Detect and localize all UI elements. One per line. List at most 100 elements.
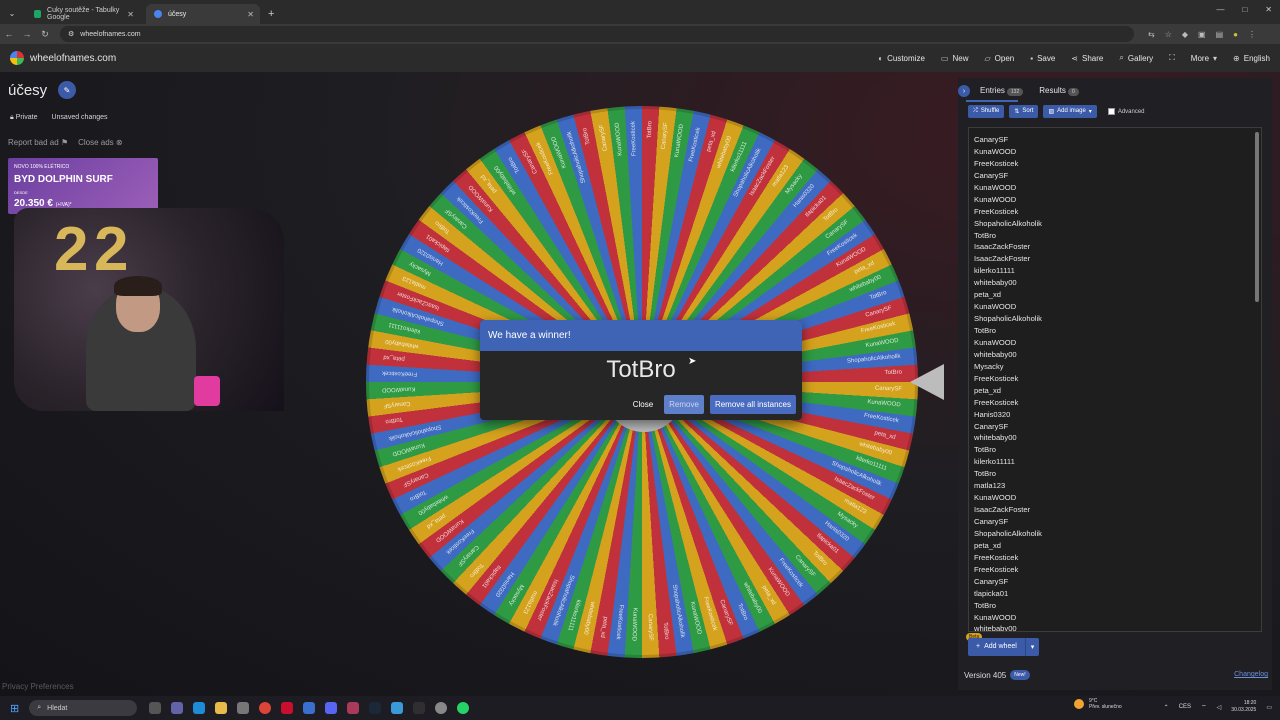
back-icon[interactable]: ← <box>0 29 18 39</box>
wheel-logo-icon[interactable] <box>10 51 24 65</box>
whatsapp-icon[interactable] <box>457 702 470 714</box>
advertisement[interactable]: NOVO 100% ELÉTRICO BYD DOLPHIN SURF DESD… <box>8 158 158 214</box>
chrome-icon[interactable] <box>259 702 272 714</box>
puzzle-icon[interactable]: ▣ <box>1198 30 1206 39</box>
weather-widget[interactable]: 9°C Přev. slunečno <box>1074 698 1122 710</box>
menu-gallery[interactable]: ⌕ Gallery <box>1119 53 1153 63</box>
top-menu: ◐ Customize ▭ New ▱ Open ▪ Save ⋖ Share ⌕ Gall… <box>878 44 1270 72</box>
shuffle-button[interactable]: ⤮ Shuffle <box>968 105 1005 118</box>
bookmark-star-icon[interactable]: ☆ <box>1165 30 1172 39</box>
entry-line: CanarySF <box>974 135 1009 144</box>
shuffle-label: Shuffle <box>980 108 1000 114</box>
site-name[interactable]: wheelofnames.com <box>30 53 116 64</box>
browser-tab-wheel[interactable]: účesy ✕ <box>146 4 260 24</box>
browser-tab-sheets[interactable]: Cuky soutěže - Tabulky Google ✕ <box>26 4 140 24</box>
profile-avatar-icon[interactable]: ● <box>1233 30 1238 39</box>
entry-line: CanarySF <box>974 517 1009 526</box>
menu-share[interactable]: ⋖ Share <box>1071 54 1103 63</box>
wheel-favicon-icon <box>154 10 162 18</box>
entry-line: KunaWOOD <box>974 194 1017 204</box>
wifi-icon[interactable]: ⌔ <box>1201 703 1207 711</box>
add-wheel-button[interactable]: + Add wheel ▾ <box>968 638 1040 656</box>
forward-icon[interactable]: → <box>18 29 36 39</box>
close-tab-icon[interactable]: ✕ <box>127 10 134 19</box>
github-icon[interactable] <box>435 702 448 714</box>
menu-customize[interactable]: ◐ Customize <box>878 54 925 63</box>
url-field[interactable]: ⚙ wheelofnames.com <box>60 26 1134 42</box>
menu-language[interactable]: ⊕ English <box>1233 54 1270 63</box>
new-tab-button[interactable]: + <box>268 8 274 20</box>
language-indicator[interactable]: CES <box>1179 704 1191 710</box>
ad-headline: BYD DOLPHIN SURF <box>14 174 113 185</box>
file-explorer-icon[interactable] <box>215 702 228 714</box>
globe-icon: ⊕ <box>1233 53 1240 63</box>
teams-icon[interactable] <box>171 702 184 714</box>
ad-note: DESDE <box>14 190 28 195</box>
notepad-icon[interactable] <box>391 702 404 714</box>
tab-list-button[interactable]: ⌄ <box>4 5 20 21</box>
menu-fullscreen[interactable]: ⛶ <box>1169 53 1175 63</box>
private-label: Private <box>15 114 38 121</box>
add-wheel-dropdown[interactable]: ▾ <box>1024 638 1040 656</box>
menu-open[interactable]: ▱ Open <box>984 54 1014 63</box>
obs-icon[interactable] <box>413 702 426 714</box>
entry-line: peta_xd <box>974 290 1002 300</box>
site-info-icon[interactable]: ⚙ <box>68 30 74 38</box>
entries-scrollbar[interactable] <box>1255 132 1259 302</box>
tab-entries[interactable]: Entries 132 <box>980 86 1024 96</box>
privacy-preferences-link[interactable]: Privacy Preferences <box>2 682 74 691</box>
changelog-link[interactable]: Changelog <box>1234 671 1268 678</box>
discord-icon[interactable] <box>325 702 338 714</box>
taskbar-search[interactable]: ⌕ Hledat <box>29 700 138 716</box>
private-status[interactable]: 🔒︎ Private <box>10 114 37 122</box>
edit-title-button[interactable]: ✎ <box>58 81 76 99</box>
add-image-button[interactable]: ▨ Add image ▾ <box>1043 105 1097 118</box>
report-bad-ad-link[interactable]: Report bad ad ⚑ <box>8 138 68 147</box>
sort-button[interactable]: ⇅ Sort <box>1009 105 1039 118</box>
volume-icon[interactable]: ◁ <box>1217 704 1222 711</box>
entries-textarea[interactable]: CanarySF KunaWOOD FreeKosticek CanarySF Kuna… <box>968 127 1262 632</box>
tab-results[interactable]: Results 0 <box>1039 86 1079 96</box>
store-icon[interactable] <box>237 702 250 714</box>
menu-more[interactable]: More ▾ <box>1191 54 1217 63</box>
notifications-icon[interactable]: ▭ <box>1266 704 1272 711</box>
acrobat-icon[interactable] <box>281 702 294 714</box>
entry-line: FreeKosticek <box>974 564 1019 574</box>
fullscreen-icon: ⛶ <box>1169 53 1175 62</box>
windows-start-icon[interactable]: ⊞ <box>10 702 19 715</box>
entry-line: KunaWOOD <box>974 302 1017 312</box>
balloon-number-image: 2 <box>54 215 89 284</box>
menu-new[interactable]: ▭ New <box>941 54 969 63</box>
task-view-icon[interactable] <box>149 702 162 714</box>
add-wheel-main[interactable]: + Add wheel <box>968 638 1025 656</box>
microphone-image <box>194 376 220 406</box>
collapse-panel-icon[interactable]: › <box>958 85 970 97</box>
minimize-icon[interactable]: — <box>1216 5 1224 14</box>
sidebar-icon[interactable]: ▤ <box>1216 30 1224 39</box>
remove-button[interactable]: Remove <box>664 395 704 414</box>
edge-icon[interactable] <box>193 702 206 714</box>
tray-chevron-icon[interactable]: ⌃ <box>1164 704 1169 711</box>
entry-list: CanarySF KunaWOOD FreeKosticek CanarySF Kuna… <box>974 134 1256 631</box>
extension-icon[interactable]: ◆ <box>1182 30 1188 39</box>
reload-icon[interactable]: ↻ <box>36 29 54 40</box>
translate-icon[interactable]: ⇆ <box>1148 30 1155 39</box>
add-wheel-label: Add wheel <box>984 643 1017 650</box>
close-button[interactable]: Close <box>628 395 658 414</box>
entry-line: CanarySF <box>974 576 1009 586</box>
search-icon: ⌕ <box>1119 53 1124 62</box>
close-window-icon[interactable]: ✕ <box>1265 5 1272 14</box>
shield-icon[interactable] <box>303 702 316 714</box>
capture-app-icon[interactable] <box>347 702 360 714</box>
maximize-icon[interactable]: □ <box>1242 5 1247 14</box>
remove-all-instances-button[interactable]: Remove all instances <box>709 395 796 414</box>
entry-line: KunaWOOD <box>974 612 1017 622</box>
clock[interactable]: 18:20 30.03.2025 <box>1231 700 1256 714</box>
close-tab-icon[interactable]: ✕ <box>247 10 254 19</box>
advanced-checkbox[interactable]: Advanced <box>1107 108 1145 115</box>
steam-icon[interactable] <box>369 702 382 714</box>
browser-menu-icon[interactable]: ⋮ <box>1248 30 1256 39</box>
close-ads-link[interactable]: Close ads ⊗ <box>78 138 123 147</box>
sheets-icon <box>34 10 42 18</box>
menu-save[interactable]: ▪ Save <box>1030 54 1055 63</box>
